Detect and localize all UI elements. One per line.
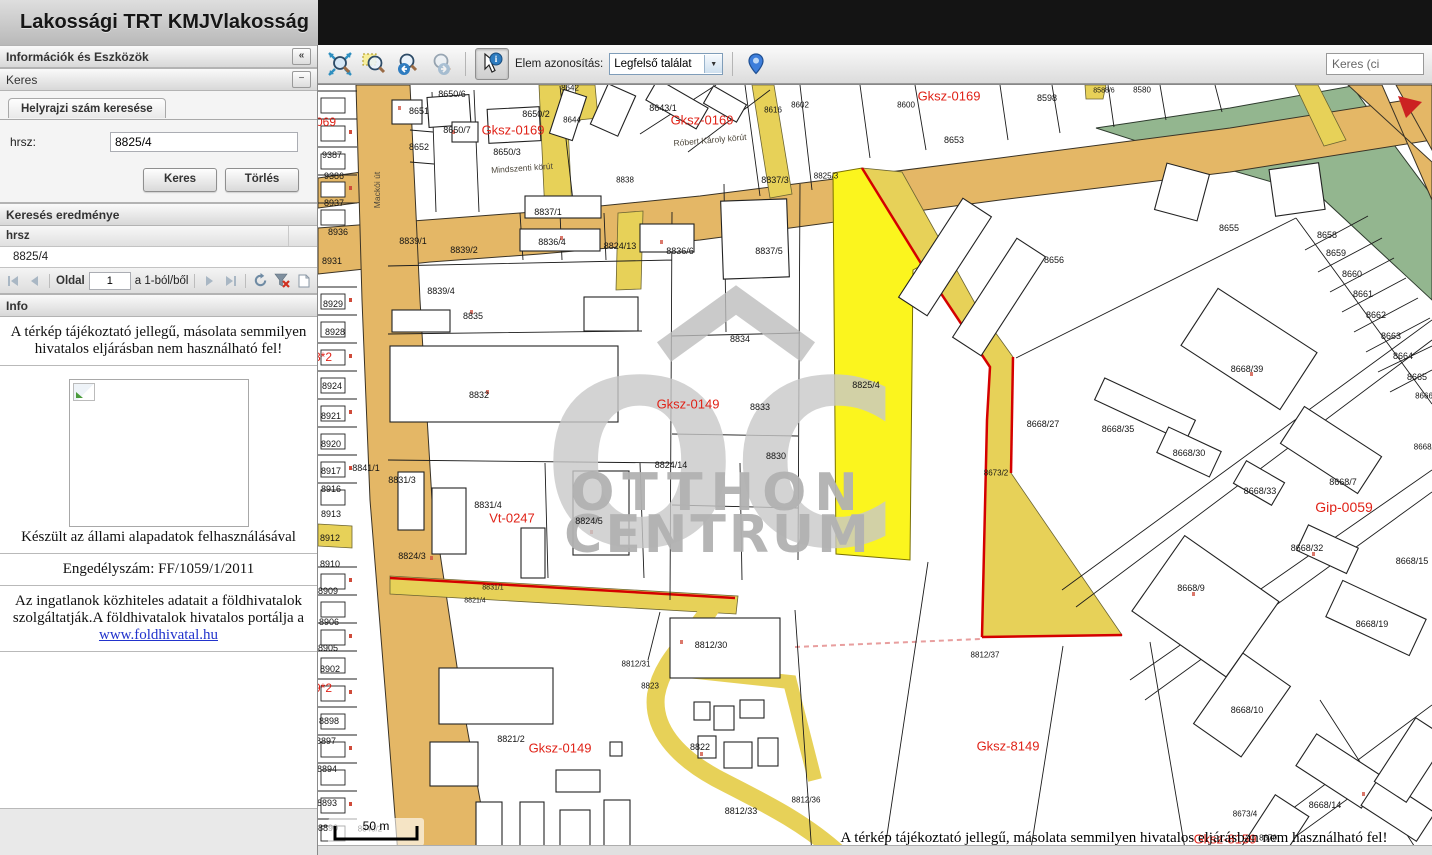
info-license: Engedélyszám: FF/1059/1/2011 xyxy=(0,554,317,586)
hrsz-label: hrsz: xyxy=(10,135,110,149)
results-row[interactable]: 8825/4 xyxy=(0,247,317,267)
sidebar: Információk és Eszközök « Keres − Helyra… xyxy=(0,45,318,855)
zoom-next-icon[interactable] xyxy=(428,50,456,78)
minimize-search-button[interactable]: − xyxy=(292,71,311,88)
results-column-hrsz[interactable]: hrsz xyxy=(0,230,30,242)
refresh-icon[interactable] xyxy=(252,272,269,289)
panel-header-info[interactable]: Info xyxy=(0,294,317,317)
app-root: { "title": "Lakossági TRT KMJVlakosság",… xyxy=(0,0,1432,855)
broken-image-icon xyxy=(73,383,95,401)
pager-prev-icon[interactable] xyxy=(26,272,43,289)
pager-page-input[interactable] xyxy=(89,272,131,290)
identify-tool-button[interactable]: i xyxy=(475,48,509,80)
pager-last-icon[interactable] xyxy=(222,272,239,289)
export-doc-icon[interactable] xyxy=(295,272,312,289)
map-toolbar: i Elem azonosítás: Legfelső találat ▼ xyxy=(318,45,1432,84)
tab-hrsz-search[interactable]: Helyrajzi szám keresése xyxy=(8,98,166,118)
map-pin-icon[interactable] xyxy=(742,50,770,78)
panel-search-title: Keres xyxy=(6,73,37,87)
clear-button[interactable]: Törlés xyxy=(225,168,299,192)
panel-header-tools[interactable]: Információk és Eszközök « xyxy=(0,45,317,68)
hrsz-input[interactable] xyxy=(110,132,298,152)
panel-info-title: Info xyxy=(6,299,28,313)
pager-separator3 xyxy=(245,274,246,288)
foldhivatal-link[interactable]: www.foldhivatal.hu xyxy=(99,627,218,643)
identify-label: Elem azonosítás: xyxy=(515,58,603,70)
pager-next-icon[interactable] xyxy=(201,272,218,289)
info-empty-area xyxy=(0,658,317,809)
search-tabstrip: Helyrajzi szám keresése xyxy=(0,91,317,120)
zoom-previous-icon[interactable] xyxy=(394,50,422,78)
identify-select-value: Legfelső találat xyxy=(610,58,704,70)
pager-page-label: Oldal xyxy=(56,275,85,287)
toolbar-separator xyxy=(465,52,466,76)
pager-separator xyxy=(49,274,50,288)
collapse-sidebar-button[interactable]: « xyxy=(292,48,311,65)
map-search-input[interactable] xyxy=(1326,53,1424,75)
zoom-box-icon[interactable] xyxy=(360,50,388,78)
search-panel-body: Helyrajzi szám keresése hrsz: Keres Törl… xyxy=(0,91,317,203)
map-canvas[interactable]: OC OTTHON CENTRUM 9387938689378936893189… xyxy=(318,85,1432,855)
info-basedata-section: Készült az állami alapadatok felhasználá… xyxy=(0,366,317,554)
pager-first-icon[interactable] xyxy=(5,272,22,289)
toolbar-separator2 xyxy=(732,52,733,76)
panel-results-title: Keresés eredménye xyxy=(6,208,119,222)
broken-image-placeholder xyxy=(69,379,249,527)
svg-text:CENTRUM: CENTRUM xyxy=(564,505,872,565)
title-bar: Lakossági TRT KMJVlakosság xyxy=(0,0,1432,45)
clear-filter-icon[interactable] xyxy=(273,272,290,289)
info-land-section: Az ingatlanok közhiteles adatait a földh… xyxy=(0,586,317,652)
title-bar-left: Lakossági TRT KMJVlakosság xyxy=(0,0,318,46)
pager-separator2 xyxy=(194,274,195,288)
cadastral-map[interactable]: OC OTTHON CENTRUM xyxy=(318,85,1432,855)
info-land-text: Az ingatlanok közhiteles adatait a földh… xyxy=(13,593,304,626)
scale-bar: 50 m xyxy=(328,818,424,846)
results-row-value: 8825/4 xyxy=(0,251,48,263)
info-disclaimer: A térkép tájékoztató jellegű, másolata s… xyxy=(0,317,317,366)
info-basedata-text: Készült az állami alapadatok felhasználá… xyxy=(10,529,307,546)
zoom-extent-icon[interactable] xyxy=(326,50,354,78)
results-grid-header[interactable]: hrsz xyxy=(0,226,317,247)
scale-bar-label: 50 m xyxy=(328,819,424,833)
info-panel-body: A térkép tájékoztató jellegű, másolata s… xyxy=(0,317,317,809)
panel-header-search[interactable]: Keres − xyxy=(0,68,317,91)
panel-header-results[interactable]: Keresés eredménye xyxy=(0,203,317,226)
panel-tools-title: Információk és Eszközök xyxy=(6,50,149,64)
results-column-separator xyxy=(288,226,317,246)
pager-of-label: a 1-ból/ből xyxy=(135,275,189,287)
identify-select[interactable]: Legfelső találat ▼ xyxy=(609,53,723,75)
page-title: Lakossági TRT KMJVlakosság xyxy=(0,0,318,44)
otthon-centrum-watermark: OC OTTHON CENTRUM xyxy=(542,300,894,600)
map-horizontal-scrollbar[interactable] xyxy=(318,845,1432,855)
pager-bar: Oldal a 1-ból/ből xyxy=(0,267,317,294)
search-button[interactable]: Keres xyxy=(143,168,217,192)
chevron-down-icon[interactable]: ▼ xyxy=(704,55,722,73)
